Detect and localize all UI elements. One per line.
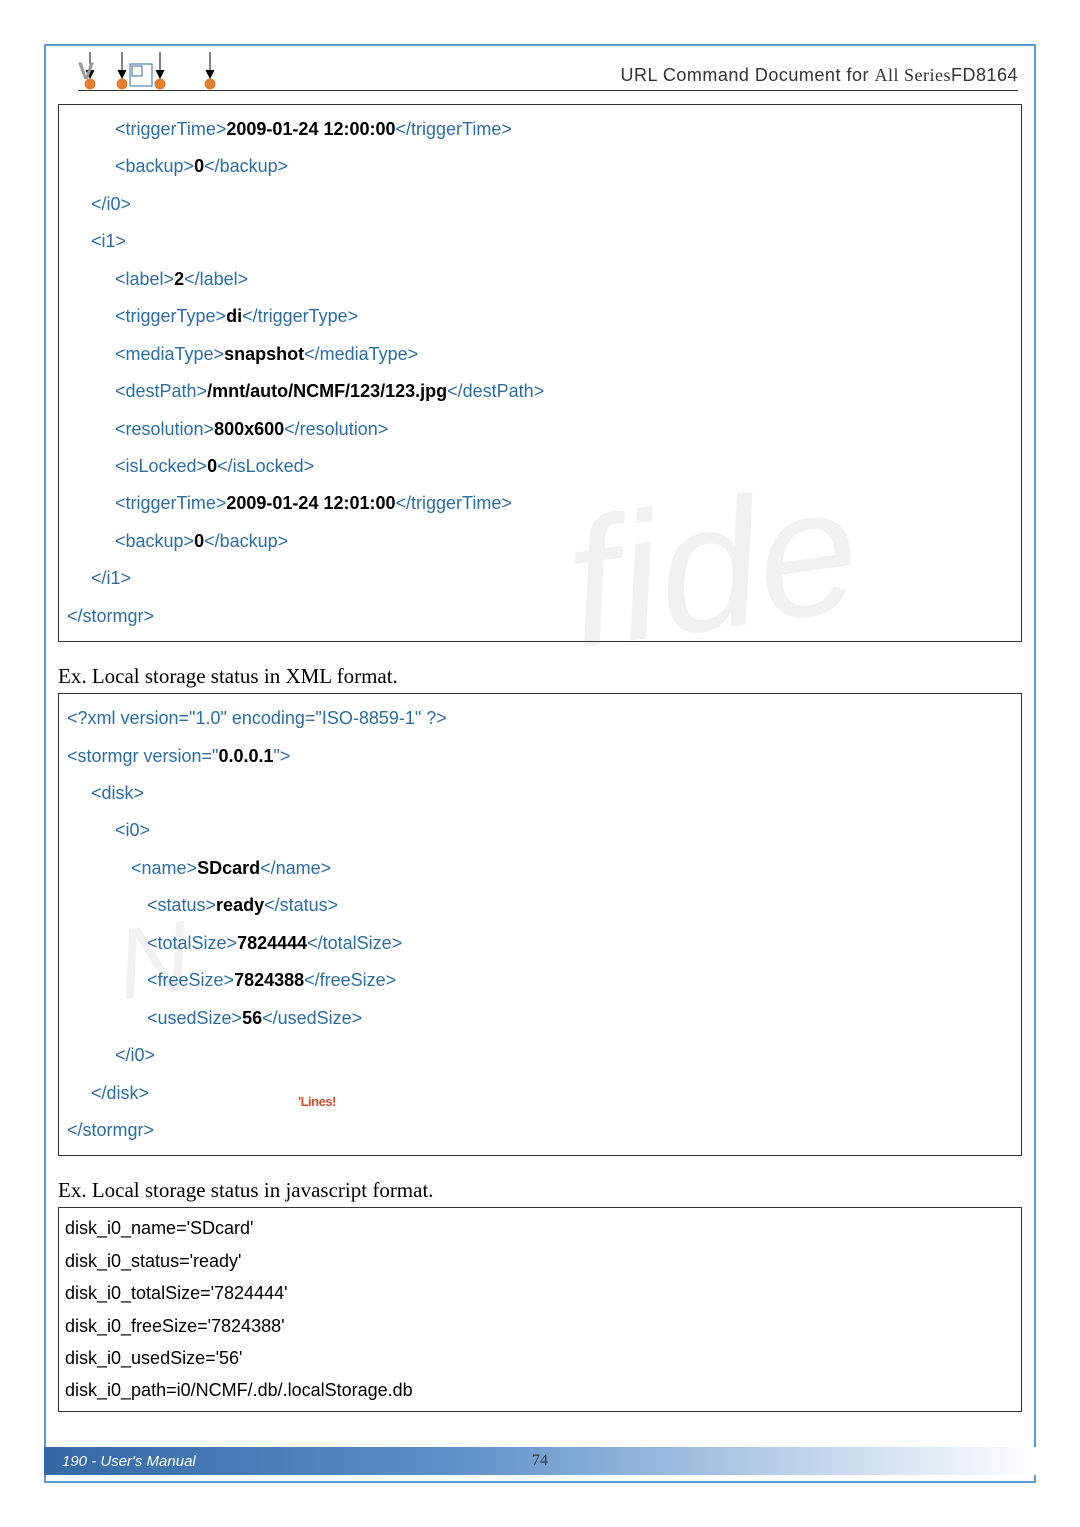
footer-left-text: 190 - User's Manual [62, 1453, 196, 1470]
code-line: <name>SDcard</name> [67, 850, 1013, 887]
header-prefix: URL Command Document for [621, 65, 875, 85]
page-content: <triggerTime>2009-01-24 12:00:00</trigge… [58, 104, 1022, 1412]
header-model: FD8164 [951, 65, 1018, 85]
xml-code-box-2: <?xml version="1.0" encoding="ISO-8859-1… [58, 693, 1022, 1156]
xml-code-box-1: <triggerTime>2009-01-24 12:00:00</trigge… [58, 104, 1022, 642]
code-line: disk_i0_path=i0/NCMF/.db/.localStorage.d… [65, 1374, 1015, 1406]
code-line: <backup>0</backup> [67, 148, 1013, 185]
code-line: </disk> [67, 1075, 1013, 1112]
watermark-small-text: 'Lines! [298, 1094, 336, 1109]
code-line: </stormgr> [67, 598, 1013, 635]
code-line: <stormgr version="0.0.0.1"> [67, 738, 1013, 775]
code-line: <mediaType>snapshot</mediaType> [67, 336, 1013, 373]
logo-v-icon: V [78, 58, 94, 86]
header-title: URL Command Document for All SeriesFD816… [621, 65, 1018, 86]
code-line: <i0> [67, 812, 1013, 849]
code-line: <isLocked>0</isLocked> [67, 448, 1013, 485]
code-line: disk_i0_name='SDcard' [65, 1212, 1015, 1244]
code-line: <i1> [67, 223, 1013, 260]
code-line: </i0> [67, 1037, 1013, 1074]
code-line: </i1> [67, 560, 1013, 597]
logo-area: V [78, 58, 94, 86]
code-line: <?xml version="1.0" encoding="ISO-8859-1… [67, 700, 1013, 737]
header-series: All Series [874, 65, 951, 85]
code-line: <usedSize>56</usedSize> [67, 1000, 1013, 1037]
footer-page-number: 74 [532, 1452, 548, 1470]
code-line: <label>2</label> [67, 261, 1013, 298]
code-line: </i0> [67, 186, 1013, 223]
code-line: <disk> [67, 775, 1013, 812]
code-line: <destPath>/mnt/auto/NCMF/123/123.jpg</de… [67, 373, 1013, 410]
code-line: <resolution>800x600</resolution> [67, 411, 1013, 448]
code-line: disk_i0_usedSize='56' [65, 1342, 1015, 1374]
code-line: <triggerTime>2009-01-24 12:01:00</trigge… [67, 485, 1013, 522]
section-label-xml: Ex. Local storage status in XML format. [58, 664, 1022, 689]
section-label-js: Ex. Local storage status in javascript f… [58, 1178, 1022, 1203]
code-line: disk_i0_totalSize='7824444' [65, 1277, 1015, 1309]
js-code-box: disk_i0_name='SDcard' disk_i0_status='re… [58, 1207, 1022, 1411]
page-footer: 190 - User's Manual 74 [44, 1447, 1036, 1475]
code-line: <triggerTime>2009-01-24 12:00:00</trigge… [67, 111, 1013, 148]
code-line: disk_i0_freeSize='7824388' [65, 1310, 1015, 1342]
code-line: disk_i0_status='ready' [65, 1245, 1015, 1277]
code-line: <backup>0</backup> [67, 523, 1013, 560]
page-header: V URL Command Document for All SeriesFD8… [78, 58, 1018, 91]
code-line: </stormgr> [67, 1112, 1013, 1149]
code-line: <freeSize>7824388</freeSize> [67, 962, 1013, 999]
code-line: <totalSize>7824444</totalSize> [67, 925, 1013, 962]
code-line: <status>ready</status> [67, 887, 1013, 924]
code-line: <triggerType>di</triggerType> [67, 298, 1013, 335]
